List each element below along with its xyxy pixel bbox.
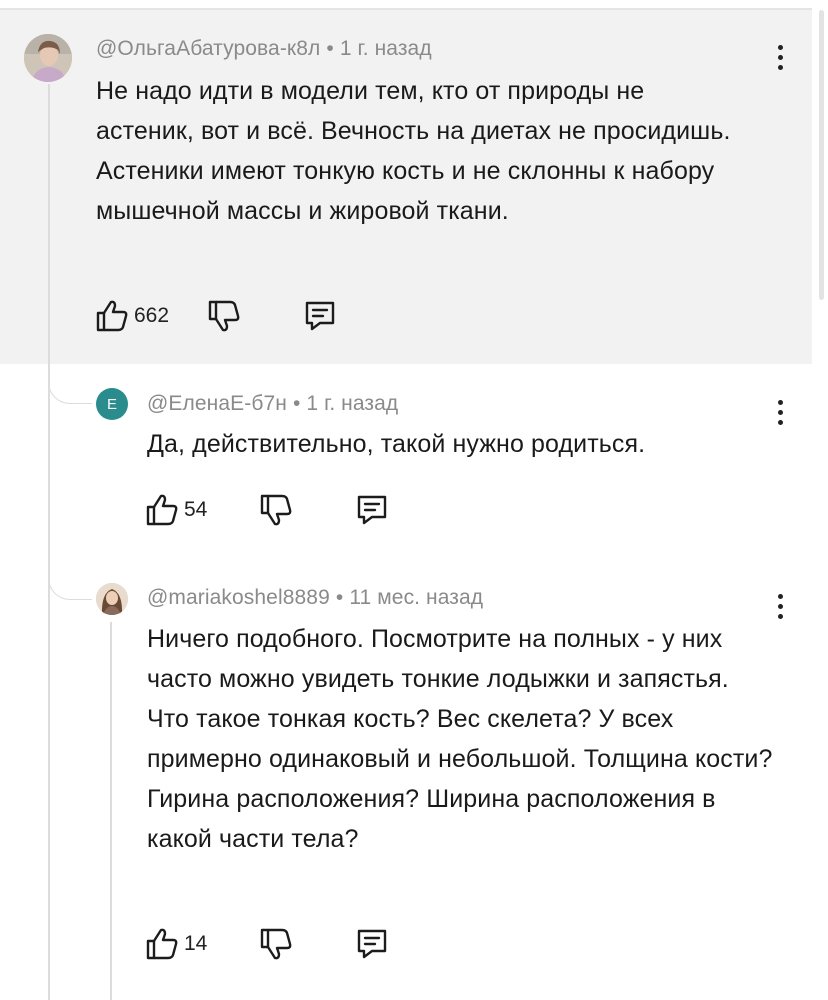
dislike-button[interactable] xyxy=(258,490,294,530)
comments-page: @ОльгаАбатурова-к8л • 1 г. назад Не надо и… xyxy=(0,0,828,1000)
more-vertical-icon[interactable] xyxy=(768,40,792,74)
avatar[interactable] xyxy=(24,34,72,82)
comment-meta: @ЕленаЕ-б7н • 1 г. назад xyxy=(147,392,398,416)
thread-line xyxy=(48,84,50,1000)
dislike-button[interactable] xyxy=(258,924,294,964)
comment-text: Да, действительно, такой нужно родиться. xyxy=(147,430,646,458)
reply-comment-icon xyxy=(305,301,335,331)
comment-actions: 662 xyxy=(94,296,354,336)
more-vertical-icon[interactable] xyxy=(768,589,792,623)
reply-branch-connector xyxy=(48,364,92,404)
author-name[interactable]: @ОльгаАбатурова-к8л xyxy=(96,37,320,60)
author-name[interactable]: @mariakoshel8889 xyxy=(147,586,330,609)
thumbs-up-icon xyxy=(146,494,178,526)
scrollbar[interactable] xyxy=(812,0,828,1000)
author-name[interactable]: @ЕленаЕ-б7н xyxy=(147,392,287,415)
reply-button[interactable] xyxy=(302,296,338,336)
meta-separator: • xyxy=(326,37,334,60)
reply-button[interactable] xyxy=(354,924,390,964)
avatar[interactable]: Е xyxy=(96,388,128,420)
reply-comment-icon xyxy=(357,929,387,959)
meta-separator: • xyxy=(335,586,344,609)
like-count: 54 xyxy=(184,498,208,521)
comment-time[interactable]: 1 г. назад xyxy=(306,392,398,415)
comment-actions: 14 xyxy=(144,924,404,964)
avatar-letter: Е xyxy=(106,395,117,413)
thumbs-down-icon xyxy=(260,928,292,960)
thumbs-up-icon xyxy=(96,300,128,332)
thumbs-down-icon xyxy=(208,300,240,332)
reply-comment-icon xyxy=(357,495,387,525)
like-button[interactable]: 54 xyxy=(144,490,207,530)
comment-actions: 54 xyxy=(144,490,404,530)
avatar-photo xyxy=(24,34,72,82)
meta-separator: • xyxy=(292,392,301,415)
reply-button[interactable] xyxy=(354,490,390,530)
comment-text: Ничего подобного. Посмотрите на полных -… xyxy=(147,625,773,853)
more-vertical-icon[interactable] xyxy=(768,395,792,429)
like-count: 14 xyxy=(184,932,208,955)
comment-time[interactable]: 1 г. назад xyxy=(340,37,432,60)
thumbs-down-icon xyxy=(260,494,292,526)
dislike-button[interactable] xyxy=(206,296,242,336)
avatar-photo xyxy=(96,583,128,615)
reply-branch-connector xyxy=(48,560,92,600)
like-button[interactable]: 662 xyxy=(94,296,169,336)
comment-meta: @mariakoshel8889 • 11 мес. назад xyxy=(147,586,483,610)
thumbs-up-icon xyxy=(146,928,178,960)
like-count: 662 xyxy=(134,304,170,327)
comment-time[interactable]: 11 мес. назад xyxy=(349,586,483,609)
scrollbar-thumb[interactable] xyxy=(819,10,824,300)
comment-text: Не надо идти в модели тем, кто от природ… xyxy=(96,77,731,225)
like-button[interactable]: 14 xyxy=(144,924,207,964)
comment-meta: @ОльгаАбатурова-к8л • 1 г. назад xyxy=(96,37,432,61)
nested-thread-line xyxy=(110,622,112,1000)
avatar[interactable] xyxy=(96,583,128,615)
